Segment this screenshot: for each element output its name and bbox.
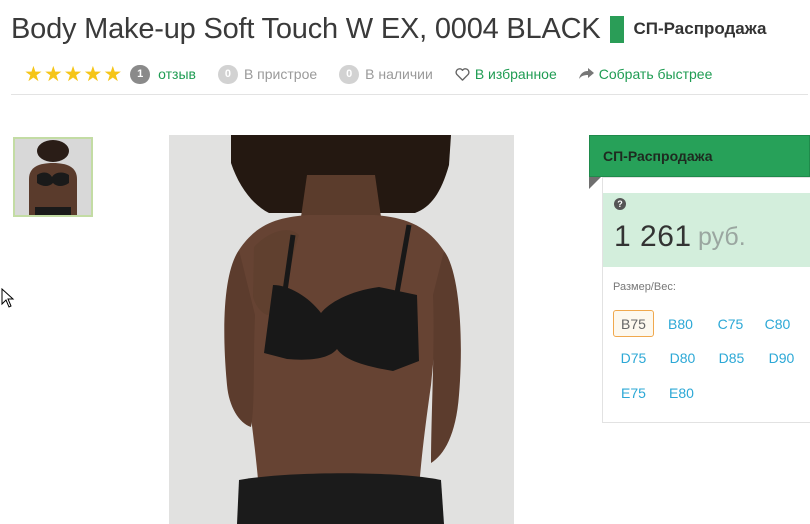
price-box: ? 1 261 руб. (603, 193, 810, 267)
in-progress-label: В пристрое (243, 66, 318, 82)
sale-badge-label: СП-Распродажа (633, 19, 767, 38)
mouse-cursor-icon (1, 287, 15, 313)
size-option[interactable]: D90 (761, 344, 802, 371)
rating-stars[interactable]: ★ ★ ★ ★ ★ (24, 64, 122, 85)
size-option[interactable]: E75 (613, 379, 654, 406)
panel-body: ? 1 261 руб. Размер/Вес: B75 B80 C75 C80… (602, 177, 810, 423)
reviews-count-badge: 1 (130, 64, 151, 84)
in-progress-count-badge: 0 (217, 64, 238, 84)
size-option[interactable]: C75 (710, 310, 751, 337)
price-value: 1 261 (614, 220, 692, 253)
in-progress-status[interactable]: 0 В пристрое (217, 64, 318, 84)
help-icon[interactable]: ? (614, 198, 626, 210)
reviews-label: отзыв (158, 66, 196, 82)
panel-header-fold (589, 177, 601, 189)
in-stock-status[interactable]: 0 В наличии (339, 64, 433, 84)
product-thumbnail[interactable] (13, 137, 93, 217)
product-meta-bar: ★ ★ ★ ★ ★ 1 отзыв 0 В пристрое 0 В налич… (24, 62, 712, 86)
price-currency: руб. (698, 223, 746, 251)
price-panel: СП-Распродажа ? 1 261 руб. Размер/Вес: B… (589, 135, 810, 425)
product-title: Body Make-up Soft Touch W EX, 0004 BLACK (11, 12, 601, 45)
header-divider (11, 94, 808, 95)
collect-faster-link[interactable]: Собрать быстрее (578, 66, 713, 82)
star-icon: ★ (103, 62, 123, 86)
size-option[interactable]: E80 (661, 379, 702, 406)
size-option[interactable]: B75 (613, 310, 654, 337)
sale-badge-marker (609, 15, 624, 43)
size-option[interactable]: B80 (660, 310, 701, 337)
add-to-favorites-link[interactable]: В избранное (455, 66, 557, 82)
star-icon: ★ (24, 62, 43, 86)
star-icon: ★ (43, 62, 63, 86)
size-option[interactable]: C80 (757, 310, 798, 337)
star-icon: ★ (83, 62, 103, 86)
collect-faster-label: Собрать быстрее (598, 66, 713, 82)
in-stock-label: В наличии (365, 66, 433, 82)
size-label: Размер/Вес: (613, 281, 676, 293)
size-option[interactable]: D75 (613, 344, 654, 371)
add-to-favorites-label: В избранное (474, 66, 557, 82)
in-stock-count-badge: 0 (339, 64, 360, 84)
product-main-image[interactable] (169, 135, 514, 524)
size-option[interactable]: D80 (662, 344, 703, 371)
product-header: Body Make-up Soft Touch W EX, 0004 BLACK… (11, 8, 766, 50)
star-icon: ★ (63, 62, 83, 86)
heart-outline-icon (455, 67, 470, 81)
share-arrow-icon (578, 68, 594, 80)
reviews-link[interactable]: 1 отзыв (130, 64, 196, 84)
size-option[interactable]: D85 (711, 344, 752, 371)
panel-header: СП-Распродажа (589, 135, 810, 177)
